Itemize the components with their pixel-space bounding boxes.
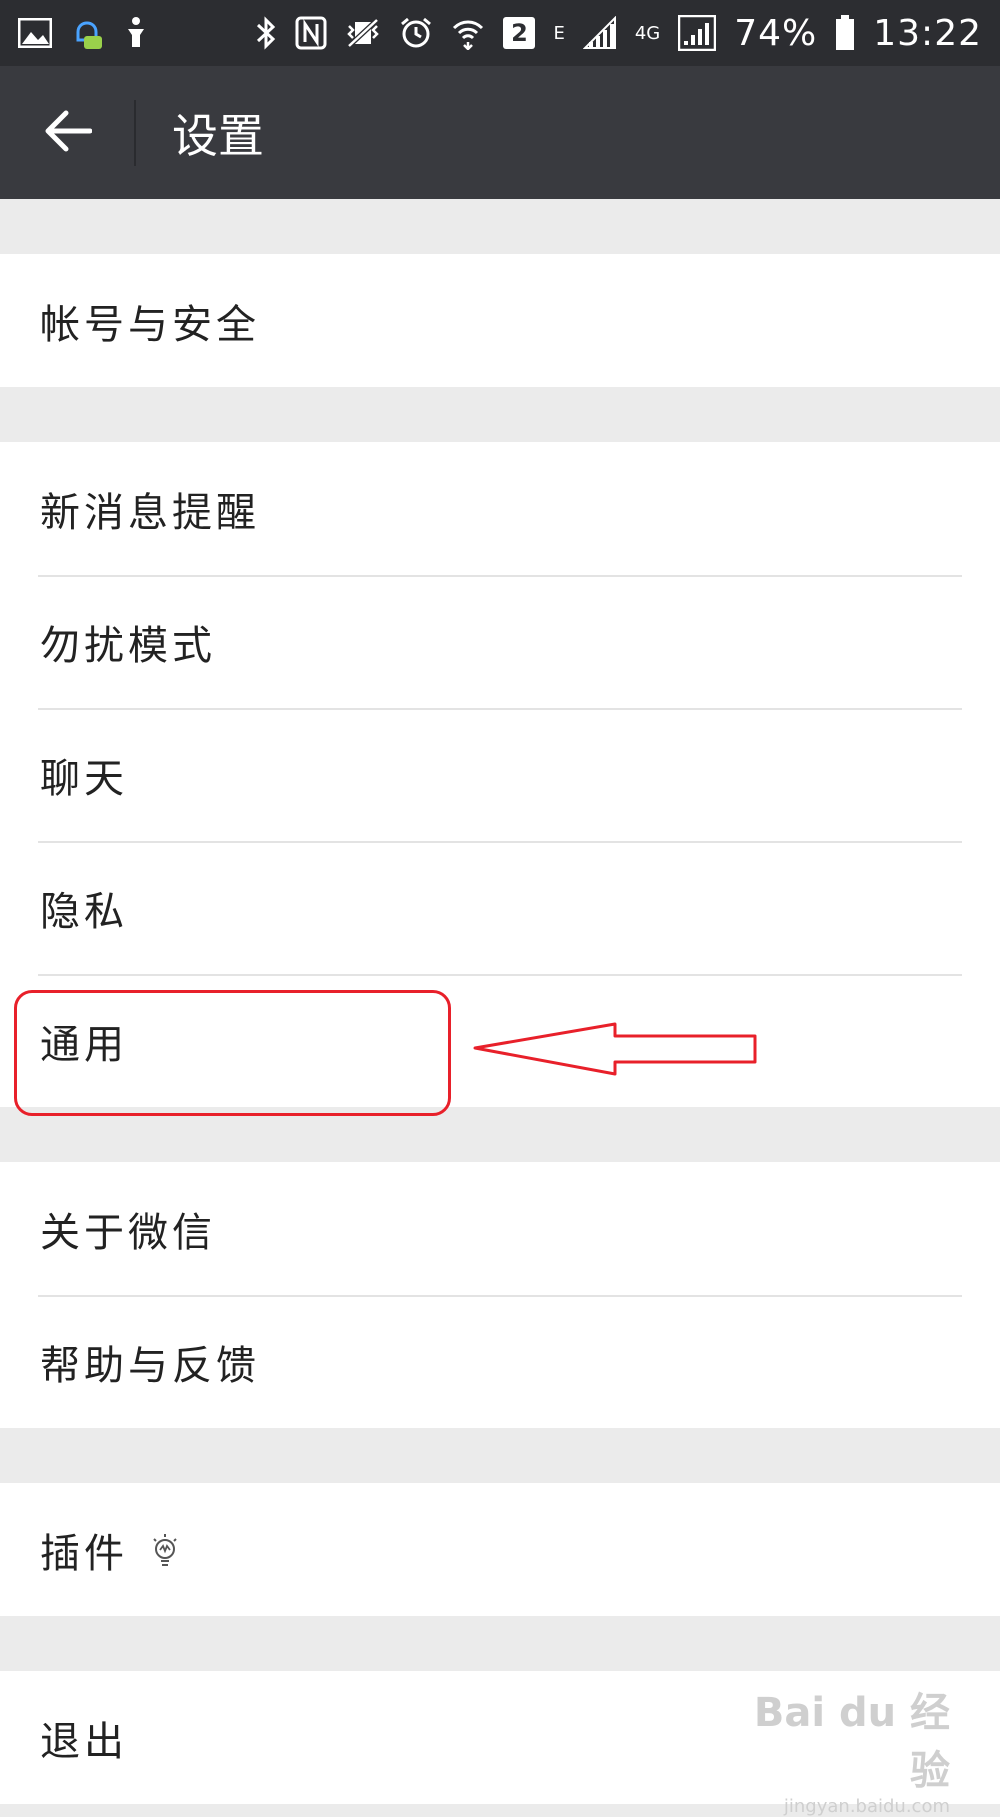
signal-icon — [582, 16, 617, 50]
settings-item-label: 聊天 — [40, 755, 128, 802]
lightbulb-icon — [150, 1532, 180, 1568]
page-title: 设置 — [172, 108, 264, 163]
settings-group-plugins: 插件 — [0, 1483, 1000, 1616]
watermark-brand: Bai du 经验 — [753, 1690, 950, 1794]
accessibility-icon — [122, 15, 150, 51]
nfc-icon — [295, 16, 327, 50]
settings-item-label: 关于微信 — [40, 1209, 216, 1256]
network-type-e: E — [553, 22, 565, 44]
settings-item-label: 帮助与反馈 — [40, 1342, 260, 1389]
battery-icon — [835, 15, 855, 51]
section-gap — [0, 387, 1000, 442]
settings-item-label: 勿扰模式 — [40, 622, 216, 669]
settings-group-about: 关于微信 帮助与反馈 — [0, 1162, 1000, 1428]
settings-group-account: 帐号与安全 — [0, 254, 1000, 387]
section-gap — [0, 1616, 1000, 1671]
section-gap — [0, 1428, 1000, 1483]
settings-item-label: 新消息提醒 — [40, 489, 260, 536]
alarm-icon — [399, 16, 433, 50]
vibrate-mute-icon — [345, 16, 381, 50]
network-type-4g: 4G — [634, 22, 661, 44]
back-button[interactable] — [0, 66, 134, 199]
signal-4g-icon — [678, 15, 717, 51]
status-bar-system: 2 E 4G 74% 13:22 — [255, 13, 982, 54]
arrow-left-icon — [42, 109, 93, 157]
status-bar: 2 E 4G 74% 13:22 — [0, 0, 1000, 66]
settings-item-label: 退出 — [40, 1718, 128, 1765]
watermark: Bai du 经验 jingyan.baidu.com — [750, 1680, 950, 1817]
wifi-icon — [451, 16, 485, 50]
settings-item-account-security[interactable]: 帐号与安全 — [0, 254, 1000, 387]
settings-item-label: 隐私 — [40, 888, 128, 935]
annotation-arrow-icon — [470, 1020, 760, 1094]
settings-item-plugins[interactable]: 插件 — [0, 1483, 1000, 1616]
watermark-url: jingyan.baidu.com — [783, 1796, 950, 1817]
clock: 13:22 — [873, 12, 982, 54]
section-gap — [0, 199, 1000, 254]
settings-item-about-wechat[interactable]: 关于微信 — [0, 1162, 1000, 1295]
settings-item-do-not-disturb[interactable]: 勿扰模式 — [0, 575, 1000, 708]
status-bar-notifications — [18, 14, 150, 52]
app-bar: 设置 — [0, 66, 1000, 199]
settings-item-help-feedback[interactable]: 帮助与反馈 — [0, 1295, 1000, 1428]
sim-badge: 2 — [503, 17, 536, 49]
qq-icon — [70, 14, 104, 52]
settings-item-new-message-alerts[interactable]: 新消息提醒 — [0, 442, 1000, 575]
settings-item-label: 插件 — [40, 1530, 128, 1577]
gallery-icon — [18, 18, 52, 48]
settings-item-chat[interactable]: 聊天 — [0, 708, 1000, 841]
battery-percent: 74% — [734, 12, 818, 54]
annotation-highlight-box — [14, 990, 451, 1116]
settings-item-privacy[interactable]: 隐私 — [0, 841, 1000, 974]
settings-item-label: 帐号与安全 — [40, 301, 260, 348]
bluetooth-icon — [255, 15, 277, 51]
app-bar-divider — [134, 99, 136, 166]
